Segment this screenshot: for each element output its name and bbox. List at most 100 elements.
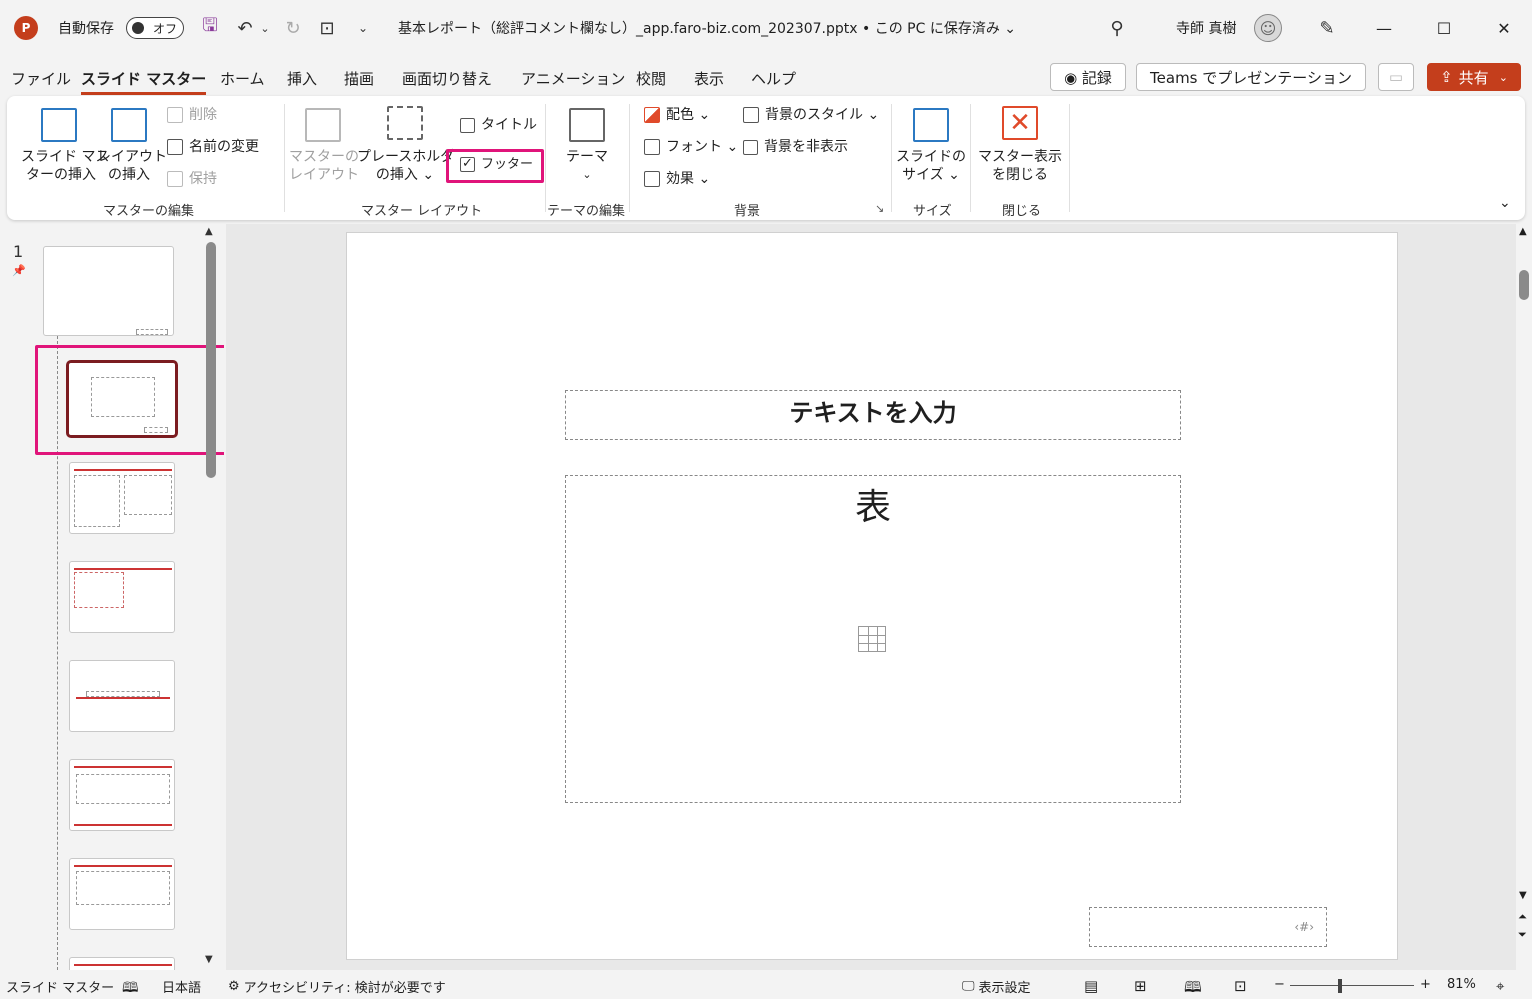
insert-layout-label-1: レイアウト — [97, 149, 167, 165]
share-button[interactable]: ⇪ 共有 ⌄ — [1427, 63, 1521, 91]
customize-toolbar-icon[interactable]: ⌄ — [350, 15, 376, 41]
delete-label: 削除 — [189, 107, 217, 123]
title-checkbox[interactable]: タイトル — [460, 116, 537, 134]
master-layout-label-1: マスターの — [289, 149, 359, 165]
tab-transitions[interactable]: 画面切り替え — [402, 68, 492, 89]
language-label[interactable]: 日本語 — [162, 977, 201, 996]
undo-icon[interactable]: ↶ — [232, 15, 258, 41]
thumbnail-layout[interactable] — [69, 561, 175, 633]
colors-label: 配色 ⌄ — [666, 107, 711, 123]
format-background-launcher-icon[interactable]: ↘ — [875, 200, 884, 218]
thumbnail-scrollbar[interactable] — [206, 242, 216, 478]
present-icon[interactable]: ⊡ — [314, 15, 340, 41]
master-layout-label-2: レイアウト — [289, 167, 359, 183]
hide-background-check-box[interactable] — [743, 139, 758, 155]
tab-review[interactable]: 校閲 — [636, 68, 666, 89]
canvas-scroll-thumb[interactable] — [1519, 270, 1529, 300]
minimize-icon[interactable]: — — [1364, 14, 1404, 42]
title-placeholder[interactable]: テキストを入力 — [565, 390, 1181, 440]
tab-draw[interactable]: 描画 — [344, 68, 374, 89]
slide-sorter-icon[interactable]: ⊞ — [1134, 977, 1147, 995]
tab-insert[interactable]: 挿入 — [287, 68, 317, 89]
accessibility-status[interactable]: ⚙ アクセシビリティ: 検討が必要です — [228, 977, 446, 996]
record-button[interactable]: ◉ 記録 — [1050, 63, 1126, 91]
thumbnail-layout[interactable] — [69, 759, 175, 831]
thumbnail-layout[interactable] — [69, 858, 175, 930]
scroll-down-icon[interactable]: ▼ — [205, 954, 213, 965]
effects-icon — [644, 171, 660, 187]
thumbnail-layout[interactable] — [69, 462, 175, 534]
close-master-icon: ✕ — [1002, 106, 1038, 140]
autosave-toggle[interactable]: オフ — [126, 17, 184, 39]
thumbnail-layout-selected[interactable] — [66, 360, 178, 438]
undo-dropdown-icon[interactable]: ⌄ — [258, 15, 272, 41]
notes-book-icon[interactable]: 🕮 — [122, 977, 139, 999]
ribbon-collapse-icon[interactable]: ⌄ — [1499, 194, 1511, 212]
hide-background-checkbox[interactable]: 背景を非表示 — [743, 138, 848, 156]
tab-file[interactable]: ファイル — [11, 68, 71, 89]
tab-help[interactable]: ヘルプ — [751, 68, 796, 89]
thumb-content — [76, 774, 170, 804]
search-icon[interactable]: ⚲ — [1104, 15, 1130, 41]
designer-pen-icon[interactable]: ✎ — [1314, 15, 1340, 41]
group-divider — [891, 104, 892, 212]
zoom-in-icon[interactable]: + — [1420, 977, 1431, 992]
pin-icon: 📌 — [12, 264, 26, 277]
themes-icon — [569, 108, 605, 142]
background-styles-label: 背景のスタイル ⌄ — [765, 107, 880, 123]
display-settings-button[interactable]: 🖵 表示設定 — [962, 977, 1031, 996]
thumbnail-layout[interactable] — [69, 957, 175, 970]
teams-present-button[interactable]: Teams でプレゼンテーション — [1136, 63, 1366, 91]
thumbnail-master[interactable] — [43, 246, 174, 336]
slide-size-icon — [913, 108, 949, 142]
slide-size-label-2: サイズ ⌄ — [902, 167, 960, 183]
slideshow-icon[interactable]: ⊡ — [1234, 977, 1247, 995]
thumbnail-pane: 1 📌 ▲ ▼ — [0, 224, 224, 970]
background-styles-button[interactable]: 背景のスタイル ⌄ — [743, 106, 879, 124]
thumbnail-layout[interactable] — [69, 660, 175, 732]
slide-number-placeholder[interactable]: ‹#› — [1089, 907, 1327, 947]
rename-button[interactable]: 名前の変更 — [167, 138, 259, 156]
tab-slide-master[interactable]: スライド マスター — [81, 68, 207, 95]
zoom-level[interactable]: 81% — [1447, 977, 1476, 992]
tab-animations[interactable]: アニメーション — [521, 68, 625, 89]
delete-button[interactable]: 削除 — [167, 106, 217, 124]
slide-size-label-1: スライドの — [896, 149, 966, 165]
tab-view[interactable]: 表示 — [694, 68, 724, 89]
scroll-up-icon[interactable]: ▲ — [205, 226, 213, 237]
user-name[interactable]: 寺師 真樹 — [1176, 18, 1236, 38]
thumb-accent-line — [74, 964, 172, 966]
content-placeholder[interactable]: 表 — [565, 475, 1181, 803]
title-checkbox-label: タイトル — [481, 117, 537, 133]
fonts-icon — [644, 139, 660, 155]
next-slide-icon[interactable]: ⏷ — [1518, 928, 1527, 942]
group-label-edit-master: マスターの編集 — [103, 204, 195, 219]
fonts-button[interactable]: フォント ⌄ — [644, 138, 738, 156]
zoom-slider-thumb[interactable] — [1338, 979, 1342, 993]
tab-home[interactable]: ホーム — [220, 68, 265, 89]
group-label-size: サイズ — [913, 204, 952, 219]
reading-view-icon[interactable]: 🕮 — [1184, 977, 1202, 999]
slide-layout[interactable]: テキストを入力 表 ‹#› — [346, 232, 1398, 960]
effects-button[interactable]: 効果 ⌄ — [644, 170, 710, 188]
insert-table-icon[interactable] — [858, 626, 886, 652]
maximize-icon[interactable]: ☐ — [1424, 14, 1464, 42]
previous-slide-icon[interactable]: ⏶ — [1518, 910, 1527, 924]
title-check-box[interactable] — [460, 117, 475, 133]
scroll-up-icon[interactable]: ▲ — [1519, 226, 1527, 237]
close-icon[interactable]: ✕ — [1484, 14, 1524, 42]
status-bar: スライド マスター 🕮 日本語 ⚙ アクセシビリティ: 検討が必要です 🖵 表示… — [0, 972, 1532, 999]
zoom-out-icon[interactable]: − — [1274, 977, 1285, 992]
preserve-button[interactable]: 保持 — [167, 170, 217, 188]
save-icon[interactable]: 🖫 — [197, 15, 223, 41]
avatar[interactable]: ☺ — [1254, 14, 1282, 42]
zoom-slider[interactable] — [1290, 985, 1414, 986]
fit-to-window-icon[interactable]: ⌖ — [1496, 977, 1504, 995]
document-title[interactable]: 基本レポート（総評コメント欄なし）_app.faro-biz.com_20230… — [398, 18, 1016, 38]
canvas-scrollbar[interactable]: ▲ ▼ ⏶ ⏷ — [1516, 224, 1532, 970]
redo-icon[interactable]: ↻ — [280, 15, 306, 41]
scroll-down-icon[interactable]: ▼ — [1519, 890, 1527, 901]
colors-button[interactable]: 配色 ⌄ — [644, 106, 710, 124]
comments-icon[interactable]: ▭ — [1378, 63, 1414, 91]
normal-view-icon[interactable]: ▤ — [1084, 977, 1098, 995]
